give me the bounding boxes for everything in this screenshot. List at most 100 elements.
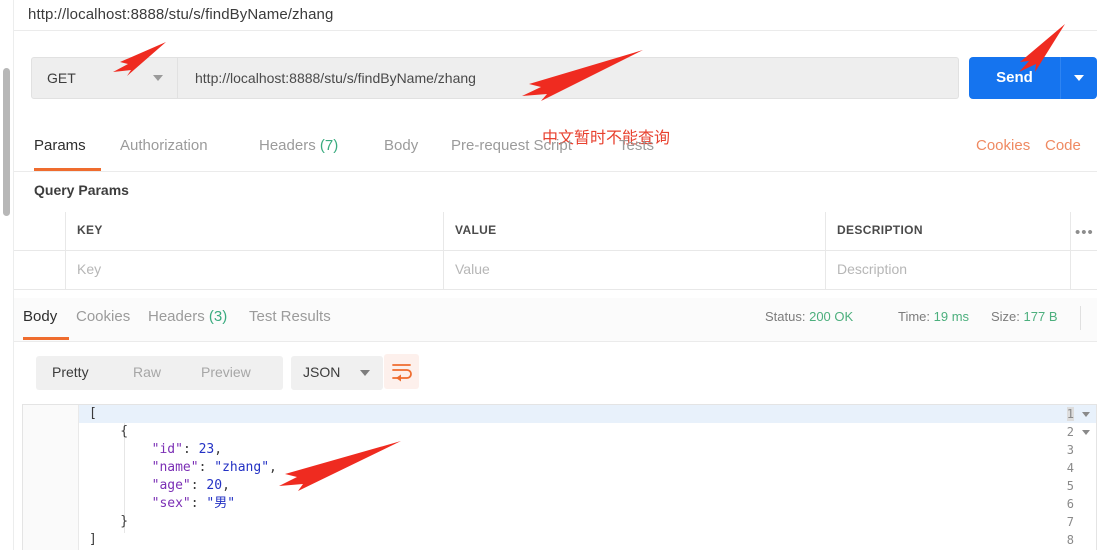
- fold-toggle-icon[interactable]: [1082, 430, 1090, 435]
- token-punct: [89, 478, 152, 493]
- active-tab-underline: [34, 168, 101, 171]
- token-punct: :: [190, 496, 207, 511]
- line-number: 7: [1066, 515, 1074, 529]
- token-num: 23: [198, 442, 215, 457]
- chevron-down-icon: [153, 75, 163, 81]
- checkbox-column-header: [14, 212, 66, 251]
- tab-label: Cookies: [76, 308, 131, 325]
- line-number: 2: [1066, 425, 1074, 439]
- code-line: ]: [89, 531, 97, 549]
- code-line: [: [89, 405, 97, 423]
- size-label: Size:: [991, 309, 1020, 324]
- token-punct: :: [190, 478, 207, 493]
- response-body-viewer[interactable]: 1 [2 {3 "id": 23, 4 "name": "zhang", 5 "age…: [22, 404, 1097, 550]
- active-line-highlight: [23, 405, 1096, 423]
- send-button[interactable]: Send: [969, 57, 1060, 99]
- line-number: 4: [1066, 461, 1074, 475]
- row-end-cell: [1071, 251, 1097, 290]
- browser-url-strip: http://localhost:8888/stu/s/findByName/z…: [14, 0, 1097, 31]
- token-punct: ,: [222, 478, 230, 493]
- response-language-select[interactable]: JSON: [291, 356, 383, 390]
- token-key: "name": [151, 460, 199, 475]
- request-tabs: Params Authorization Headers (7) Body Pre-re…: [14, 128, 1097, 172]
- link-code[interactable]: Code: [1045, 137, 1081, 154]
- chevron-down-icon: [360, 370, 370, 376]
- send-options-button[interactable]: [1060, 57, 1097, 99]
- token-punct: }: [89, 514, 129, 529]
- format-tab-pretty[interactable]: Pretty: [52, 364, 89, 380]
- response-tab-cookies[interactable]: Cookies: [76, 308, 130, 325]
- time-value: 19 ms: [933, 309, 970, 324]
- token-punct: [89, 496, 152, 511]
- left-scrollbar[interactable]: [0, 0, 14, 550]
- time-meta: Time: 19 ms: [898, 309, 969, 324]
- response-tab-body[interactable]: Body: [23, 308, 57, 325]
- response-tab-test-results[interactable]: Test Results: [249, 308, 331, 325]
- query-params-table: KEY VALUE DESCRIPTION ••• Key Value Desc…: [14, 212, 1097, 291]
- active-tab-underline: [23, 337, 69, 340]
- line-number: 5: [1066, 479, 1074, 493]
- line-number-gutter: [23, 405, 79, 550]
- request-tab-headers[interactable]: Headers (7): [259, 137, 338, 154]
- chevron-down-icon: [1074, 75, 1084, 81]
- value-column-header: VALUE: [444, 212, 826, 251]
- request-bar: GET http://localhost:8888/stu/s/findByNa…: [14, 31, 1097, 147]
- send-button-group: Send: [969, 57, 1097, 99]
- code-line: "sex": "男": [89, 495, 235, 513]
- table-row: Key Value Description: [14, 251, 1097, 290]
- code-line: {: [89, 423, 128, 441]
- size-value: 177 B: [1023, 309, 1058, 324]
- code-line: }: [89, 513, 128, 531]
- tab-label: Test Results: [249, 308, 331, 325]
- page-url-text: http://localhost:8888/stu/s/findByName/z…: [28, 6, 334, 23]
- description-input-cell[interactable]: Description: [826, 251, 1071, 290]
- token-punct: ,: [214, 442, 223, 457]
- request-tab-params[interactable]: Params: [34, 137, 86, 154]
- request-url-value: http://localhost:8888/stu/s/findByName/z…: [195, 70, 476, 86]
- token-punct: :: [182, 442, 199, 457]
- meta-divider: [1080, 306, 1081, 330]
- format-tab-raw[interactable]: Raw: [133, 364, 161, 380]
- more-options-icon[interactable]: •••: [1075, 224, 1094, 241]
- response-language-label: JSON: [303, 364, 341, 380]
- status-label: Status:: [765, 309, 806, 324]
- postman-window: http://localhost:8888/stu/s/findByName/z…: [0, 0, 1097, 550]
- response-tabs: Status: 200 OK Time: 19 ms Size: 177 B B…: [14, 298, 1097, 342]
- request-tab-tests[interactable]: Tests: [619, 137, 654, 154]
- line-number: 1: [1066, 407, 1074, 421]
- key-input-cell[interactable]: Key: [66, 251, 444, 290]
- link-cookies[interactable]: Cookies: [976, 137, 1030, 154]
- token-key: "id": [151, 442, 183, 457]
- tab-label: Authorization: [120, 137, 208, 154]
- response-tab-headers[interactable]: Headers (3): [148, 308, 227, 325]
- scrollbar-thumb[interactable]: [3, 68, 10, 216]
- tab-label: Pre-request Script: [451, 137, 572, 154]
- value-input-cell[interactable]: Value: [444, 251, 826, 290]
- word-wrap-icon[interactable]: [384, 354, 419, 389]
- http-method-select[interactable]: GET: [31, 57, 178, 99]
- time-label: Time:: [898, 309, 931, 324]
- code-line: "age": 20,: [89, 477, 230, 495]
- code-line: "name": "zhang",: [89, 459, 277, 477]
- token-punct: ]: [89, 532, 97, 547]
- request-url-input[interactable]: http://localhost:8888/stu/s/findByName/z…: [178, 57, 959, 99]
- status-meta: Status: 200 OK: [765, 309, 853, 324]
- tab-label: Body: [384, 137, 419, 154]
- row-checkbox-cell[interactable]: [14, 251, 66, 290]
- key-column-header: KEY: [66, 212, 444, 251]
- token-key: "age": [151, 478, 191, 493]
- query-params-title: Query Params: [34, 182, 129, 198]
- request-tab-authorization[interactable]: Authorization: [120, 137, 208, 154]
- format-tab-preview[interactable]: Preview: [201, 364, 251, 380]
- code-line: "id": 23,: [89, 441, 222, 459]
- request-tab-body[interactable]: Body: [384, 137, 418, 154]
- request-tab-pre-request-script[interactable]: Pre-request Script: [451, 137, 572, 154]
- token-punct: {: [89, 424, 129, 439]
- response-format-toolbar: Pretty Raw Preview JSON: [14, 342, 1097, 404]
- tab-count-badge: (3): [204, 308, 228, 325]
- fold-toggle-icon[interactable]: [1082, 412, 1090, 417]
- response-view-segmented-control: Pretty Raw Preview: [36, 356, 283, 390]
- size-meta: Size: 177 B: [991, 309, 1058, 324]
- token-punct: :: [198, 460, 215, 475]
- tab-count-badge: (7): [315, 137, 339, 154]
